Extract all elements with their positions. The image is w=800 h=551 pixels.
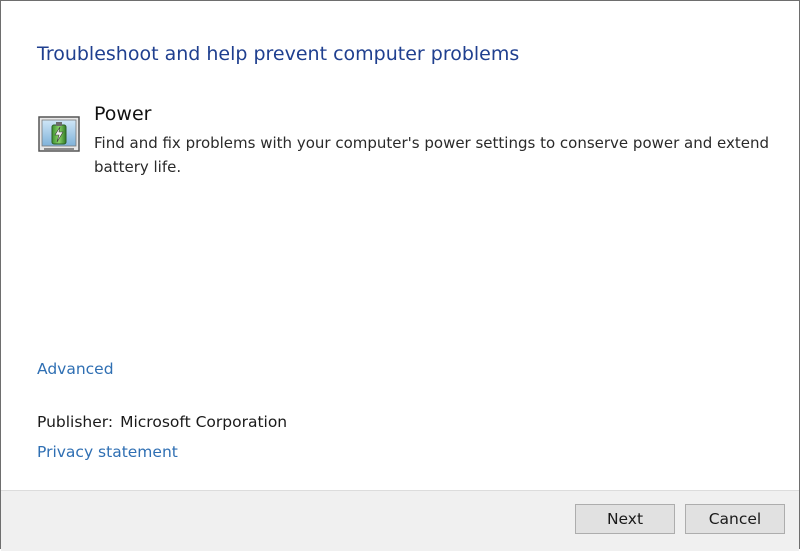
publisher-label: Publisher: [37,413,114,431]
cancel-button[interactable]: Cancel [685,504,785,534]
troubleshooter-description: Find and fix problems with your computer… [94,134,770,176]
advanced-link[interactable]: Advanced [37,360,114,378]
wizard-footer: Next Cancel [1,490,799,551]
privacy-statement-link[interactable]: Privacy statement [37,443,178,461]
next-button[interactable]: Next [575,504,675,534]
publisher-value: Microsoft Corporation [120,413,288,431]
troubleshooter-title: Power [94,103,152,125]
publisher-line: Publisher: Microsoft Corporation [37,413,287,431]
page-title: Troubleshoot and help prevent computer p… [37,43,520,65]
power-troubleshooter-icon [38,116,80,152]
troubleshooter-window: Troubleshoot and help prevent computer p… [0,0,800,549]
